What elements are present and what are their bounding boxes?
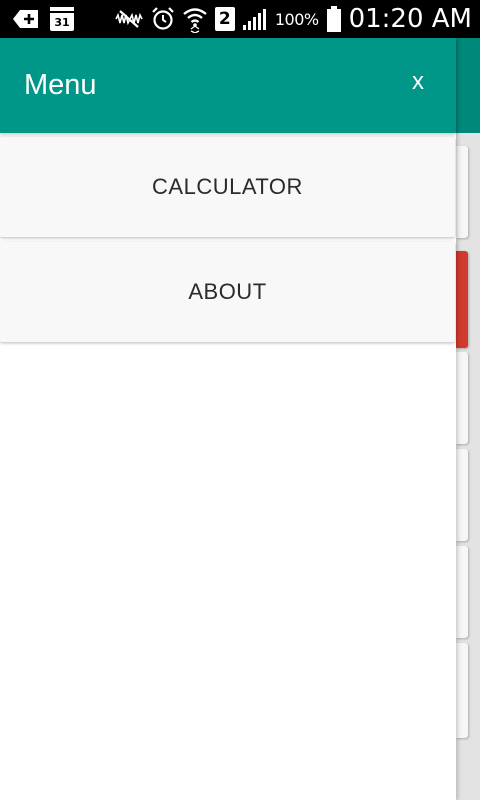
- add-box-icon: [12, 9, 40, 29]
- background-toolbar: [456, 38, 480, 133]
- sim-slot-text: 2: [218, 9, 231, 29]
- menu-item-about[interactable]: ABOUT: [0, 242, 455, 342]
- drawer-title: Menu: [24, 69, 97, 101]
- menu-list: CALCULATOR ABOUT: [0, 133, 456, 342]
- drawer-header: Menu x: [0, 38, 456, 133]
- background-card: [456, 146, 468, 238]
- background-card: [456, 643, 468, 738]
- signal-icon: [242, 7, 268, 31]
- background-card: [456, 352, 468, 444]
- wifi-icon: [182, 5, 208, 33]
- screen: 31 2 100% 01:20 AM Menu x CALCULATOR ABO…: [0, 0, 480, 800]
- background-card: [456, 449, 468, 541]
- battery-percent: 100%: [274, 9, 319, 29]
- calendar-icon: 31: [50, 7, 74, 31]
- background-app: [456, 38, 480, 800]
- clock: 01:20 AM: [348, 4, 472, 34]
- background-card-highlighted: [456, 251, 468, 348]
- sim-icon: 2: [214, 7, 235, 31]
- calendar-day-text: 31: [54, 16, 70, 29]
- status-bar: 31 2 100% 01:20 AM: [0, 0, 480, 38]
- close-drawer-button[interactable]: x: [412, 68, 424, 96]
- alarm-icon: [151, 7, 175, 31]
- menu-item-calculator[interactable]: CALCULATOR: [0, 137, 455, 237]
- background-card: [456, 546, 468, 638]
- mute-icon: [114, 9, 144, 29]
- battery-icon: [326, 6, 342, 32]
- navigation-drawer: Menu x CALCULATOR ABOUT: [0, 38, 456, 800]
